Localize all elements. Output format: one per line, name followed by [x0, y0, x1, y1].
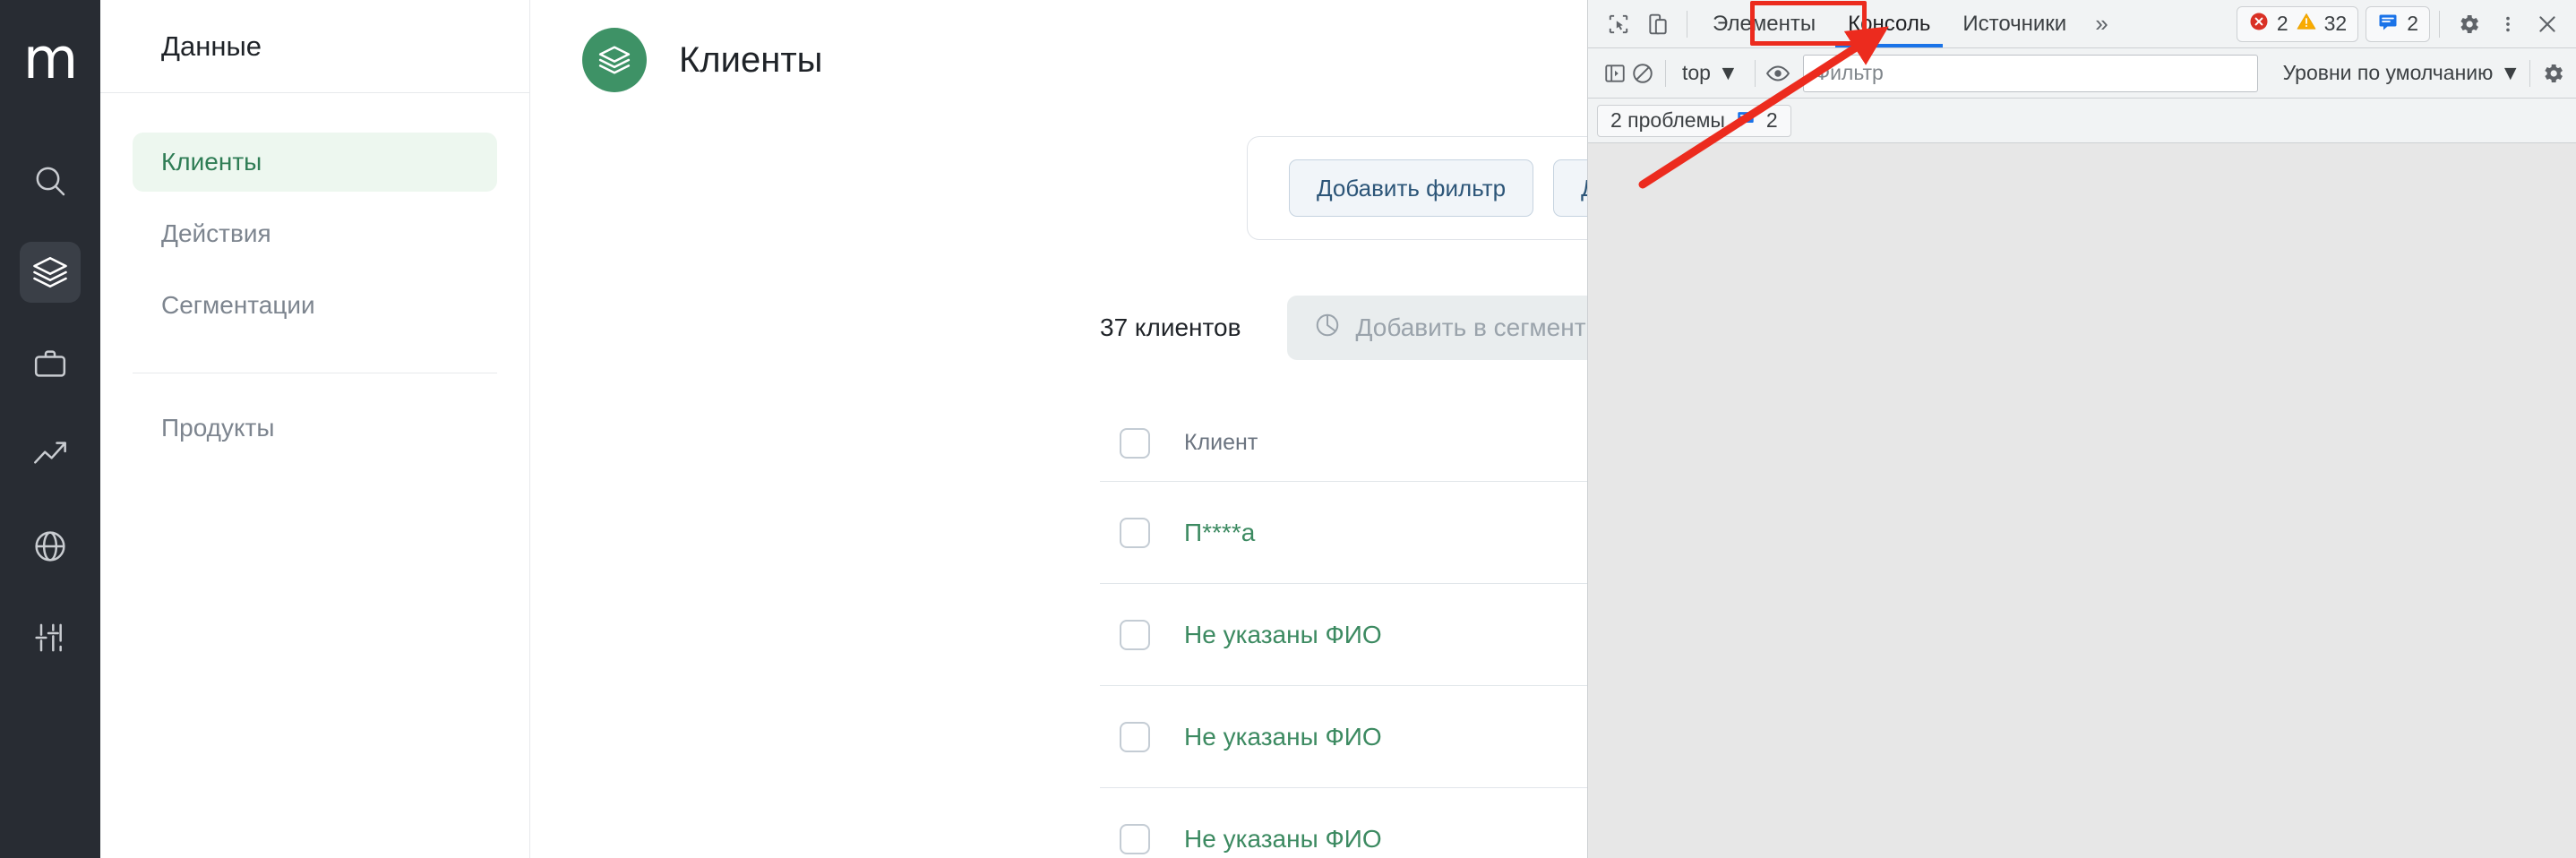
levels-label: Уровни по умолчанию: [2282, 61, 2494, 84]
live-expression-eye-icon[interactable]: [1764, 54, 1791, 93]
sidebar-item-products[interactable]: Продукты: [133, 399, 497, 458]
issues-messages-count: 2: [1765, 108, 1778, 132]
devtools-tabbar: Элементы Консоль Источники » 2 32 2: [1588, 0, 2576, 48]
pie-chart-icon: [1314, 312, 1341, 345]
toolbar-separator: [1754, 59, 1756, 87]
warning-count: 32: [2323, 12, 2348, 35]
tab-sources[interactable]: Источники: [1946, 1, 2082, 47]
row-checkbox[interactable]: [1120, 721, 1150, 752]
sidebar-item-actions[interactable]: Действия: [133, 204, 497, 263]
message-icon: [1736, 108, 1756, 133]
rail-item-settings[interactable]: [20, 607, 81, 668]
nav-group-primary: Клиенты Действия Сегментации: [100, 93, 529, 347]
nav-header: Данные: [100, 0, 529, 93]
page-title: Данные: [161, 30, 262, 62]
row-checkbox[interactable]: [1120, 517, 1150, 548]
toolbar-separator: [2439, 10, 2440, 38]
sidebar-item-segmentations[interactable]: Сегментации: [133, 276, 497, 335]
icon-rail: m: [0, 0, 100, 858]
chevron-down-icon: ▼: [1717, 61, 1739, 84]
sidebar-item-clients[interactable]: Клиенты: [133, 133, 497, 192]
toolbar-separator: [1665, 59, 1666, 87]
clear-console-icon[interactable]: [1628, 54, 1656, 93]
close-devtools-icon[interactable]: [2528, 4, 2567, 44]
add-filter-button[interactable]: Добавить фильтр: [1289, 159, 1534, 217]
clients-count-label: 37 клиентов: [1100, 313, 1241, 341]
section-nav-panel: Данные Клиенты Действия Сегментации Прод…: [100, 0, 530, 858]
tab-elements[interactable]: Элементы: [1696, 1, 1832, 47]
sliders-icon: [32, 620, 68, 656]
settings-gear-icon[interactable]: [2449, 4, 2488, 44]
error-count: 2: [2276, 12, 2288, 35]
briefcase-icon: [32, 346, 68, 382]
rail-item-search[interactable]: [20, 150, 81, 211]
issues-chip[interactable]: 2 проблемы 2: [1597, 104, 1791, 137]
globe-icon: [32, 528, 68, 564]
message-icon: [2377, 11, 2399, 37]
console-sidebar-icon[interactable]: [1601, 54, 1628, 93]
tab-console[interactable]: Консоль: [1832, 1, 1946, 47]
rail-item-projects[interactable]: [20, 333, 81, 394]
app-root: m Данные Клиенты Действия Сегментации Пр…: [0, 0, 2576, 858]
row-checkbox[interactable]: [1120, 619, 1150, 650]
warning-icon: [2296, 11, 2317, 37]
content-title: Клиенты: [679, 39, 823, 80]
console-output-area[interactable]: [1588, 143, 2576, 858]
app-logo: m: [22, 25, 78, 91]
issues-bar: 2 проблемы 2: [1588, 99, 2576, 143]
more-options-icon[interactable]: [2488, 4, 2528, 44]
nav-group-secondary: Продукты: [100, 399, 529, 470]
row-checkbox[interactable]: [1120, 823, 1150, 854]
trending-up-icon: [32, 437, 68, 473]
rail-item-data[interactable]: [20, 242, 81, 303]
rail-item-analytics[interactable]: [20, 425, 81, 485]
devtools-panel: Элементы Консоль Источники » 2 32 2 top …: [1587, 0, 2576, 858]
page-layers-icon: [582, 28, 647, 92]
more-tabs-icon[interactable]: »: [2082, 10, 2120, 38]
rail-item-site[interactable]: [20, 516, 81, 577]
error-icon: [2248, 11, 2270, 37]
issues-label: 2 проблемы: [1610, 108, 1725, 132]
issues-counter-group[interactable]: 2 32: [2236, 5, 2359, 42]
search-icon: [32, 163, 68, 199]
device-toolbar-icon[interactable]: [1638, 4, 1678, 44]
console-filter-input[interactable]: [1802, 54, 2258, 92]
console-settings-gear-icon[interactable]: [2539, 54, 2567, 93]
chevron-down-icon: ▼: [2500, 61, 2521, 84]
javascript-context-selector[interactable]: top ▼: [1675, 61, 1746, 85]
add-to-segment-label: Добавить в сегмент: [1355, 313, 1586, 341]
log-levels-selector[interactable]: Уровни по умолчанию ▼: [2283, 61, 2521, 85]
toolbar-separator: [2529, 59, 2530, 87]
console-toolbar: top ▼ Уровни по умолчанию ▼: [1588, 48, 2576, 99]
context-label: top: [1681, 61, 1711, 84]
layers-icon: [31, 253, 69, 291]
inspect-element-icon[interactable]: [1599, 4, 1638, 44]
messages-counter-group[interactable]: 2: [2366, 5, 2430, 42]
messages-count: 2: [2407, 12, 2418, 35]
select-all-checkbox[interactable]: [1120, 427, 1150, 459]
